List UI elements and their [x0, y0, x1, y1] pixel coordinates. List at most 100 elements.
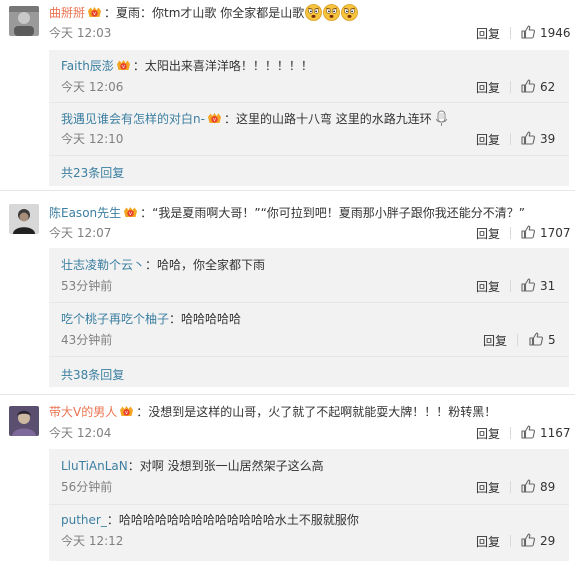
angry-face-icon: [323, 4, 340, 21]
vip-crown-badge-icon: [87, 6, 102, 19]
vip-crown-badge-icon: [116, 59, 131, 72]
reply-button[interactable]: 回复: [476, 479, 500, 496]
divider: [0, 394, 575, 395]
username-link[interactable]: 壮志凌勒个云丶: [61, 258, 145, 272]
more-replies-link[interactable]: 共23条回复: [61, 164, 124, 181]
timestamp: 43分钟前: [61, 333, 113, 347]
like-button[interactable]: 39: [521, 131, 555, 146]
avatar[interactable]: [9, 204, 39, 234]
like-count: 1707: [540, 226, 571, 240]
reply-text: ：哈哈，你全家都下雨: [145, 258, 266, 272]
like-button[interactable]: 29: [521, 533, 555, 548]
divider: [510, 280, 511, 292]
like-count: 29: [540, 534, 556, 548]
reply-button[interactable]: 回复: [476, 225, 500, 242]
avatar[interactable]: [9, 6, 39, 36]
avatar[interactable]: [9, 406, 39, 436]
comment-thread: 陈Eason先生 ：“我是夏雨啊大哥！”“你可拉到吧！夏雨那小胖子跟你我还能分不清…: [0, 196, 575, 390]
divider: [510, 27, 511, 39]
divider: [517, 334, 518, 346]
reply-button[interactable]: 回复: [476, 425, 500, 442]
reply-text: ：太阳出来喜洋洋咯！！！！！！: [132, 59, 313, 73]
reply-item: 我遇见谁会有怎样的对白n- ：这里的山路十八弯 这里的水路九连环 今天 12:10…: [49, 103, 569, 155]
reply-text: ：对啊 没想到张一山居然架子这么高: [127, 459, 324, 473]
reply-item: 吃个桃子再吃个柚子：哈哈哈哈哈 43分钟前 回复 5: [49, 303, 569, 355]
timestamp: 今天 12:07: [49, 226, 112, 240]
reply-button[interactable]: 回复: [476, 533, 500, 550]
reply-item: LluTiAnLaN：对啊 没想到张一山居然架子这么高 56分钟前 回复 89: [49, 449, 569, 501]
like-button[interactable]: 1946: [521, 25, 571, 40]
timestamp: 今天 12:06: [61, 80, 124, 94]
comment-thread: 曲掰掰 ：夏雨：你tm才山歌 你全家都是山歌 今天 12:03 回复 1946 F…: [0, 0, 575, 190]
username-link[interactable]: 我遇见谁会有怎样的对白n-: [61, 112, 205, 126]
divider: [49, 155, 569, 156]
username-link[interactable]: 陈Eason先生: [49, 206, 121, 220]
username-link[interactable]: 吃个桃子再吃个柚子: [61, 312, 169, 326]
more-replies-link[interactable]: 共38条回复: [61, 366, 124, 383]
username-link[interactable]: LluTiAnLaN: [61, 459, 128, 473]
comment-body: 带大V的男人 ：没想到是这样的山哥，火了就了不起啊就能耍大牌！！！粉转黑！: [49, 404, 496, 420]
reply-item: puther_：哈哈哈哈哈哈哈哈哈哈哈哈哈水土不服就服你 今天 12:12 回复…: [49, 505, 569, 559]
like-button[interactable]: 62: [521, 79, 555, 94]
like-button[interactable]: 89: [521, 479, 555, 494]
timestamp: 53分钟前: [61, 279, 113, 293]
divider: [510, 535, 511, 547]
like-count: 62: [540, 80, 556, 94]
microphone-icon: [433, 110, 450, 127]
like-button[interactable]: 1167: [521, 425, 571, 440]
divider: [510, 81, 511, 93]
divider: [510, 481, 511, 493]
comment-text: ：“我是夏雨啊大哥！”“你可拉到吧！夏雨那小胖子跟你我还能分不清？”: [140, 206, 526, 220]
like-button[interactable]: 31: [521, 278, 555, 293]
reply-button[interactable]: 回复: [476, 131, 500, 148]
comment-body: 陈Eason先生 ：“我是夏雨啊大哥！”“你可拉到吧！夏雨那小胖子跟你我还能分不清…: [49, 205, 525, 221]
divider: [510, 427, 511, 439]
reply-button[interactable]: 回复: [476, 278, 500, 295]
timestamp: 今天 12:12: [61, 534, 124, 548]
reply-button[interactable]: 回复: [476, 25, 500, 42]
thumbs-up-icon: [521, 131, 535, 145]
divider: [510, 133, 511, 145]
replies-panel: 壮志凌勒个云丶：哈哈，你全家都下雨 53分钟前 回复 31 吃个桃子再吃个柚子：…: [49, 248, 569, 387]
username-link[interactable]: 曲掰掰: [49, 6, 85, 20]
username-link[interactable]: puther_: [61, 513, 107, 527]
divider: [510, 227, 511, 239]
thumbs-up-icon: [521, 25, 535, 39]
reply-text: ：哈哈哈哈哈: [169, 312, 242, 326]
like-count: 1946: [540, 26, 571, 40]
reply-button[interactable]: 回复: [476, 79, 500, 96]
thumbs-up-icon: [521, 479, 535, 493]
thumbs-up-icon: [521, 425, 535, 439]
like-count: 1167: [540, 426, 571, 440]
thumbs-up-icon: [521, 278, 535, 292]
thumbs-up-icon: [521, 79, 535, 93]
replies-panel: LluTiAnLaN：对啊 没想到张一山居然架子这么高 56分钟前 回复 89 …: [49, 449, 569, 561]
vip-crown-badge-icon: [207, 112, 222, 125]
vip-crown-badge-icon: [119, 405, 134, 418]
timestamp: 56分钟前: [61, 480, 113, 494]
thumbs-up-icon: [521, 533, 535, 547]
comment-text: ：没想到是这样的山哥，火了就了不起啊就能耍大牌！！！粉转黑！: [136, 405, 497, 419]
like-count: 39: [540, 132, 556, 146]
like-count: 31: [540, 279, 556, 293]
like-count: 89: [540, 480, 556, 494]
reply-button[interactable]: 回复: [483, 332, 507, 349]
reply-item: Faith辰澎 ：太阳出来喜洋洋咯！！！！！！ 今天 12:06 回复 62: [49, 50, 569, 102]
username-link[interactable]: 带大V的男人: [49, 405, 117, 419]
comment-body: 曲掰掰 ：夏雨：你tm才山歌 你全家都是山歌: [49, 4, 358, 21]
reply-text: ：哈哈哈哈哈哈哈哈哈哈哈哈哈水土不服就服你: [106, 513, 359, 527]
timestamp: 今天 12:04: [49, 426, 112, 440]
username-link[interactable]: Faith辰澎: [61, 59, 114, 73]
timestamp: 今天 12:03: [49, 26, 112, 40]
angry-face-icon: [305, 4, 322, 21]
like-button[interactable]: 5: [529, 332, 556, 347]
thumbs-up-icon: [521, 225, 535, 239]
comment-thread: 带大V的男人 ：没想到是这样的山哥，火了就了不起啊就能耍大牌！！！粉转黑！ 今天 …: [0, 396, 575, 563]
reply-text: ：这里的山路十八弯 这里的水路九连环: [223, 112, 432, 126]
timestamp: 今天 12:10: [61, 132, 124, 146]
angry-face-icon: [341, 4, 358, 21]
like-button[interactable]: 1707: [521, 225, 571, 240]
comment-text: ：夏雨：你tm才山歌 你全家都是山歌: [104, 6, 305, 20]
thumbs-up-icon: [529, 332, 543, 346]
like-count: 5: [548, 333, 556, 347]
